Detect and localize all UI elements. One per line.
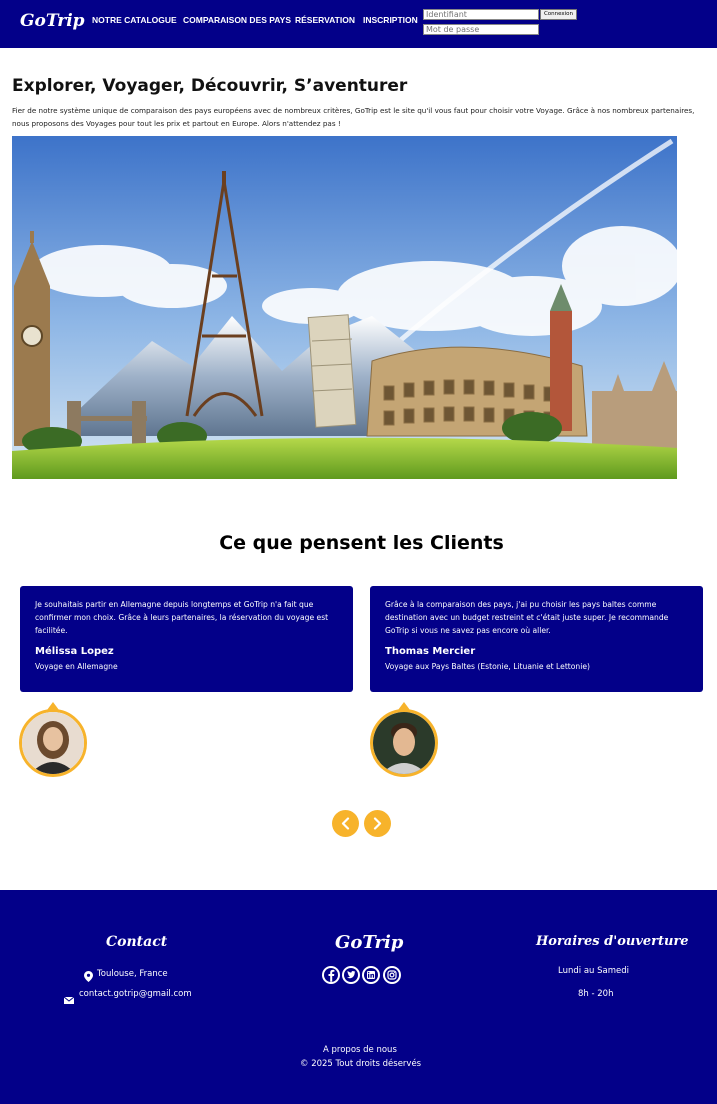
brand-logo[interactable]: GoTrip: [20, 11, 85, 31]
envelope-icon: [63, 991, 75, 1009]
testimonial-author: Mélissa Lopez: [35, 646, 114, 657]
facebook-icon[interactable]: [322, 966, 340, 984]
testimonial-author: Thomas Mercier: [385, 646, 476, 657]
password-input[interactable]: [423, 24, 539, 35]
testimonial-avatar: [370, 702, 438, 778]
login-button[interactable]: Connexion: [540, 9, 577, 20]
hero-title: Explorer, Voyager, Découvrir, S’aventure…: [12, 76, 408, 96]
testimonial-card: Grâce à la comparaison des pays, j'ai pu…: [370, 586, 703, 692]
footer: Contact Toulouse, France contact.gotrip@…: [0, 890, 717, 1104]
nav-link-comparaison[interactable]: COMPARAISON DES PAYS: [183, 15, 291, 25]
footer-brand-logo: GoTrip: [335, 932, 404, 953]
carousel-next-button[interactable]: [364, 810, 391, 837]
linkedin-icon[interactable]: [362, 966, 380, 984]
nav-link-catalogue[interactable]: NOTRE CATALOGUE: [92, 15, 177, 25]
carousel-prev-button[interactable]: [332, 810, 359, 837]
footer-location: Toulouse, France: [97, 969, 168, 979]
navbar: GoTrip NOTRE CATALOGUE COMPARAISON DES P…: [0, 0, 717, 48]
hero-europe-landmarks-image: [12, 136, 677, 479]
testimonial-trip: Voyage en Allemagne: [35, 662, 118, 671]
footer-copyright: © 2025 Tout droits déservés: [300, 1059, 422, 1069]
hero-description: Fier de notre système unique de comparai…: [12, 106, 695, 128]
testimonial-avatar: [19, 702, 87, 778]
footer-contact-title: Contact: [106, 934, 168, 950]
footer-hours-title: Horaires d'ouverture: [536, 934, 689, 949]
woman-avatar-icon: [19, 709, 87, 777]
footer-hours-time: 8h - 20h: [578, 989, 614, 999]
testimonials-title: Ce que pensent les Clients: [219, 532, 504, 554]
twitter-icon[interactable]: [342, 966, 360, 984]
footer-about-link[interactable]: A propos de nous: [323, 1045, 397, 1055]
testimonial-quote: Grâce à la comparaison des pays, j'ai pu…: [385, 600, 669, 635]
man-avatar-icon: [370, 709, 438, 777]
username-input[interactable]: [423, 9, 539, 20]
testimonial-card: Je souhaitais partir en Allemagne depuis…: [20, 586, 353, 692]
nav-link-inscription[interactable]: INSCRIPTION: [363, 15, 418, 25]
footer-hours-days: Lundi au Samedi: [558, 966, 629, 976]
testimonial-trip: Voyage aux Pays Baltes (Estonie, Lituani…: [385, 662, 590, 671]
chevron-left-icon: [341, 817, 350, 830]
chevron-right-icon: [373, 817, 382, 830]
location-pin-icon: [84, 969, 93, 987]
testimonial-quote: Je souhaitais partir en Allemagne depuis…: [35, 600, 329, 635]
instagram-icon[interactable]: [383, 966, 401, 984]
footer-email-link[interactable]: contact.gotrip@gmail.com: [79, 989, 192, 999]
nav-link-reservation[interactable]: RÉSERVATION: [295, 15, 355, 25]
